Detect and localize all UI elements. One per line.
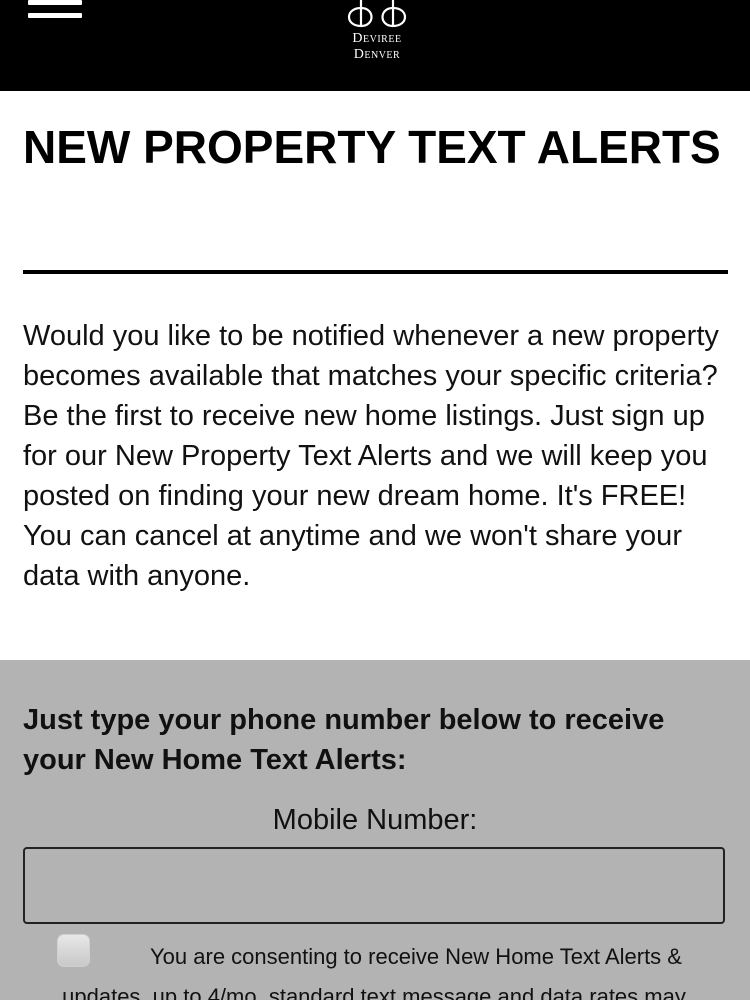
logo-text-line1: Deviree xyxy=(352,31,402,46)
intro-paragraph: Would you like to be notified whenever a… xyxy=(23,320,719,592)
consent-text: You are consenting to receive New Home T… xyxy=(62,944,686,1000)
hamburger-menu-icon[interactable] xyxy=(28,0,82,20)
menu-bar xyxy=(28,13,82,18)
page-title: NEW PROPERTY TEXT ALERTS xyxy=(23,121,721,173)
page: Deviree Denver NEW PROPERTY TEXT ALERTS … xyxy=(0,0,750,1000)
title-divider xyxy=(23,270,728,274)
menu-bar xyxy=(28,0,82,5)
logo-text-line2: Denver xyxy=(353,47,401,62)
site-logo[interactable]: Deviree Denver xyxy=(330,0,424,70)
signup-form-panel: Just type your phone number below to rec… xyxy=(0,660,750,1000)
site-header: Deviree Denver xyxy=(0,0,750,91)
form-prompt: Just type your phone number below to rec… xyxy=(23,704,665,776)
mobile-number-input[interactable] xyxy=(23,847,725,924)
dd-monogram-icon xyxy=(347,0,407,28)
mobile-number-label: Mobile Number: xyxy=(272,804,478,836)
